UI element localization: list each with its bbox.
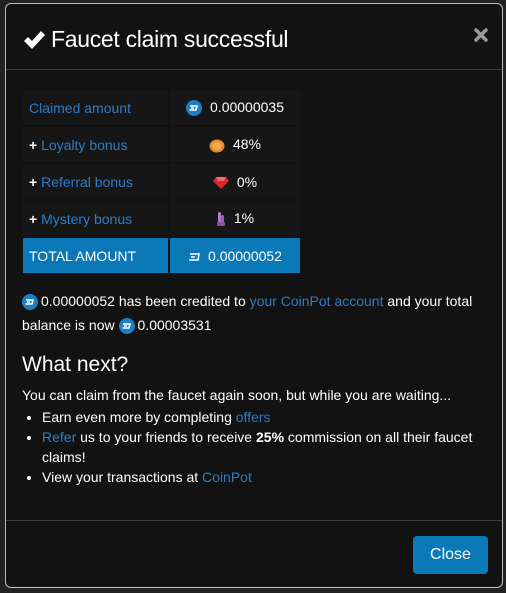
what-next-list: Earn even more by completing offers Refe… [22, 407, 486, 487]
table-row: + Referral bonus 0% [23, 164, 300, 199]
claim-table: Claimed amount 0.00000035 + Loyalty bonu… [21, 88, 302, 275]
referral-bonus-value: 0% [170, 164, 300, 199]
checkmark-icon [24, 30, 45, 49]
what-next-heading: What next? [22, 353, 129, 376]
total-amount-value: 0.00000052 [170, 238, 300, 273]
close-button[interactable]: Close [413, 536, 488, 574]
loyalty-bonus-label[interactable]: + Loyalty bonus [23, 127, 168, 162]
close-icon[interactable] [474, 28, 488, 42]
coinpot-link[interactable]: CoinPot [202, 469, 252, 485]
ruby-icon [212, 176, 229, 189]
refer-link[interactable]: Refer [42, 429, 76, 445]
dash-icon [189, 252, 200, 261]
claimed-amount-label[interactable]: Claimed amount [23, 90, 168, 125]
credited-amount: 0.00000052 [41, 293, 115, 309]
total-amount-label: TOTAL AMOUNT [23, 238, 168, 273]
coinpot-account-link[interactable]: your CoinPot account [250, 293, 384, 309]
crystal-icon [216, 212, 225, 227]
dash-coin-icon [118, 318, 135, 335]
mystery-bonus-label[interactable]: + Mystery bonus [23, 201, 168, 236]
total-balance: 0.00003531 [137, 317, 212, 333]
modal-header: Faucet claim successful [6, 4, 502, 70]
dash-coin-icon [22, 294, 38, 311]
table-row: + Mystery bonus 1% [23, 201, 300, 236]
referral-bonus-label[interactable]: + Referral bonus [23, 164, 168, 199]
modal-title: Faucet claim successful [22, 26, 289, 53]
table-row: Claimed amount 0.00000035 [23, 90, 300, 125]
offers-link[interactable]: offers [236, 409, 271, 425]
total-row: TOTAL AMOUNT 0.00000052 [23, 238, 300, 273]
credit-message: 0.00000052 has been credited to your Coi… [22, 293, 473, 335]
coin-icon [209, 139, 225, 153]
table-row: + Loyalty bonus 48% [23, 127, 300, 162]
dash-coin-icon [186, 100, 203, 117]
mystery-bonus-value: 1% [170, 201, 300, 236]
list-item: Earn even more by completing offers [42, 407, 486, 427]
modal-title-text: Faucet claim successful [51, 26, 289, 52]
faucet-claim-modal: Faucet claim successful Claimed amount 0… [5, 3, 503, 588]
modal-footer: Close [6, 520, 502, 587]
list-item: View your transactions at CoinPot [42, 467, 486, 487]
what-next-intro: You can claim from the faucet again soon… [22, 387, 452, 403]
modal-body: Claimed amount 0.00000035 + Loyalty bonu… [6, 70, 502, 487]
loyalty-bonus-value: 48% [170, 127, 300, 162]
claimed-amount-value: 0.00000035 [170, 90, 300, 125]
list-item: Refer us to your friends to receive 25% … [42, 427, 486, 467]
